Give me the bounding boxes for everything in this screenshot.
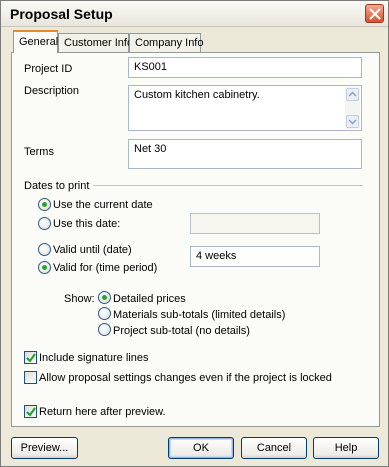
- tab-company-info-label: Company Info: [135, 37, 204, 49]
- title-bar: Proposal Setup: [1, 1, 388, 27]
- project-subtotal-label: Project sub-total (no details): [113, 325, 250, 337]
- terms-input[interactable]: Net 30: [128, 139, 362, 169]
- group-divider: [93, 185, 363, 186]
- description-value: Custom kitchen cabinetry.: [134, 89, 260, 101]
- description-input[interactable]: Custom kitchen cabinetry.: [128, 85, 362, 131]
- return-here-after-preview-checkbox[interactable]: [24, 405, 37, 418]
- materials-subtotals-label: Materials sub-totals (limited details): [113, 309, 286, 321]
- scroll-up-button[interactable]: [346, 88, 359, 101]
- tab-customer-info-label: Customer Info: [64, 37, 134, 49]
- close-icon: [369, 8, 381, 20]
- show-label: Show:: [64, 293, 95, 305]
- valid-for-radio[interactable]: [38, 261, 51, 274]
- terms-value: Net 30: [134, 143, 167, 155]
- valid-for-label: Valid for (time period): [53, 262, 158, 274]
- include-signature-lines-label: Include signature lines: [39, 352, 149, 364]
- dates-to-print-label: Dates to print: [24, 180, 90, 192]
- scroll-down-button[interactable]: [346, 115, 359, 128]
- tab-general[interactable]: General: [13, 30, 58, 53]
- detailed-prices-radio[interactable]: [98, 291, 111, 304]
- project-id-label: Project ID: [24, 63, 73, 75]
- allow-settings-changes-label: Allow proposal settings changes even if …: [39, 372, 332, 384]
- project-id-input[interactable]: KS001: [128, 57, 362, 78]
- project-subtotal-radio[interactable]: [98, 323, 111, 336]
- use-this-date-label: Use this date:: [53, 218, 121, 230]
- include-signature-lines-checkbox[interactable]: [24, 351, 37, 364]
- preview-button[interactable]: Preview...: [11, 437, 78, 459]
- terms-label: Terms: [24, 146, 54, 158]
- use-this-date-input[interactable]: [190, 213, 320, 234]
- cancel-button[interactable]: Cancel: [241, 437, 307, 459]
- materials-subtotals-radio[interactable]: [98, 307, 111, 320]
- allow-settings-changes-checkbox[interactable]: [24, 371, 37, 384]
- return-here-after-preview-label: Return here after preview.: [39, 406, 166, 418]
- valid-for-input[interactable]: 4 weeks: [190, 246, 320, 267]
- project-id-value: KS001: [134, 61, 168, 73]
- proposal-setup-dialog: Proposal Setup General Customer Info Com…: [0, 0, 389, 467]
- valid-for-value: 4 weeks: [196, 250, 237, 262]
- use-this-date-radio[interactable]: [38, 217, 51, 230]
- valid-until-radio[interactable]: [38, 243, 51, 256]
- checkmark-icon: [26, 353, 36, 363]
- chevron-up-icon: [348, 91, 357, 97]
- help-button[interactable]: Help: [313, 437, 379, 459]
- tab-general-label: General: [19, 36, 59, 48]
- description-label: Description: [24, 85, 80, 97]
- detailed-prices-label: Detailed prices: [113, 293, 186, 305]
- close-button[interactable]: [365, 4, 384, 23]
- checkmark-icon: [26, 407, 36, 417]
- description-scrollbar[interactable]: [345, 87, 360, 129]
- use-current-date-radio[interactable]: [38, 198, 51, 211]
- tab-company-info[interactable]: Company Info: [129, 33, 204, 52]
- chevron-down-icon: [348, 119, 357, 125]
- ok-button[interactable]: OK: [168, 437, 234, 459]
- valid-until-label: Valid until (date): [53, 244, 132, 256]
- use-current-date-label: Use the current date: [53, 199, 153, 211]
- window-title: Proposal Setup: [10, 6, 113, 22]
- tab-customer-info[interactable]: Customer Info: [58, 33, 133, 52]
